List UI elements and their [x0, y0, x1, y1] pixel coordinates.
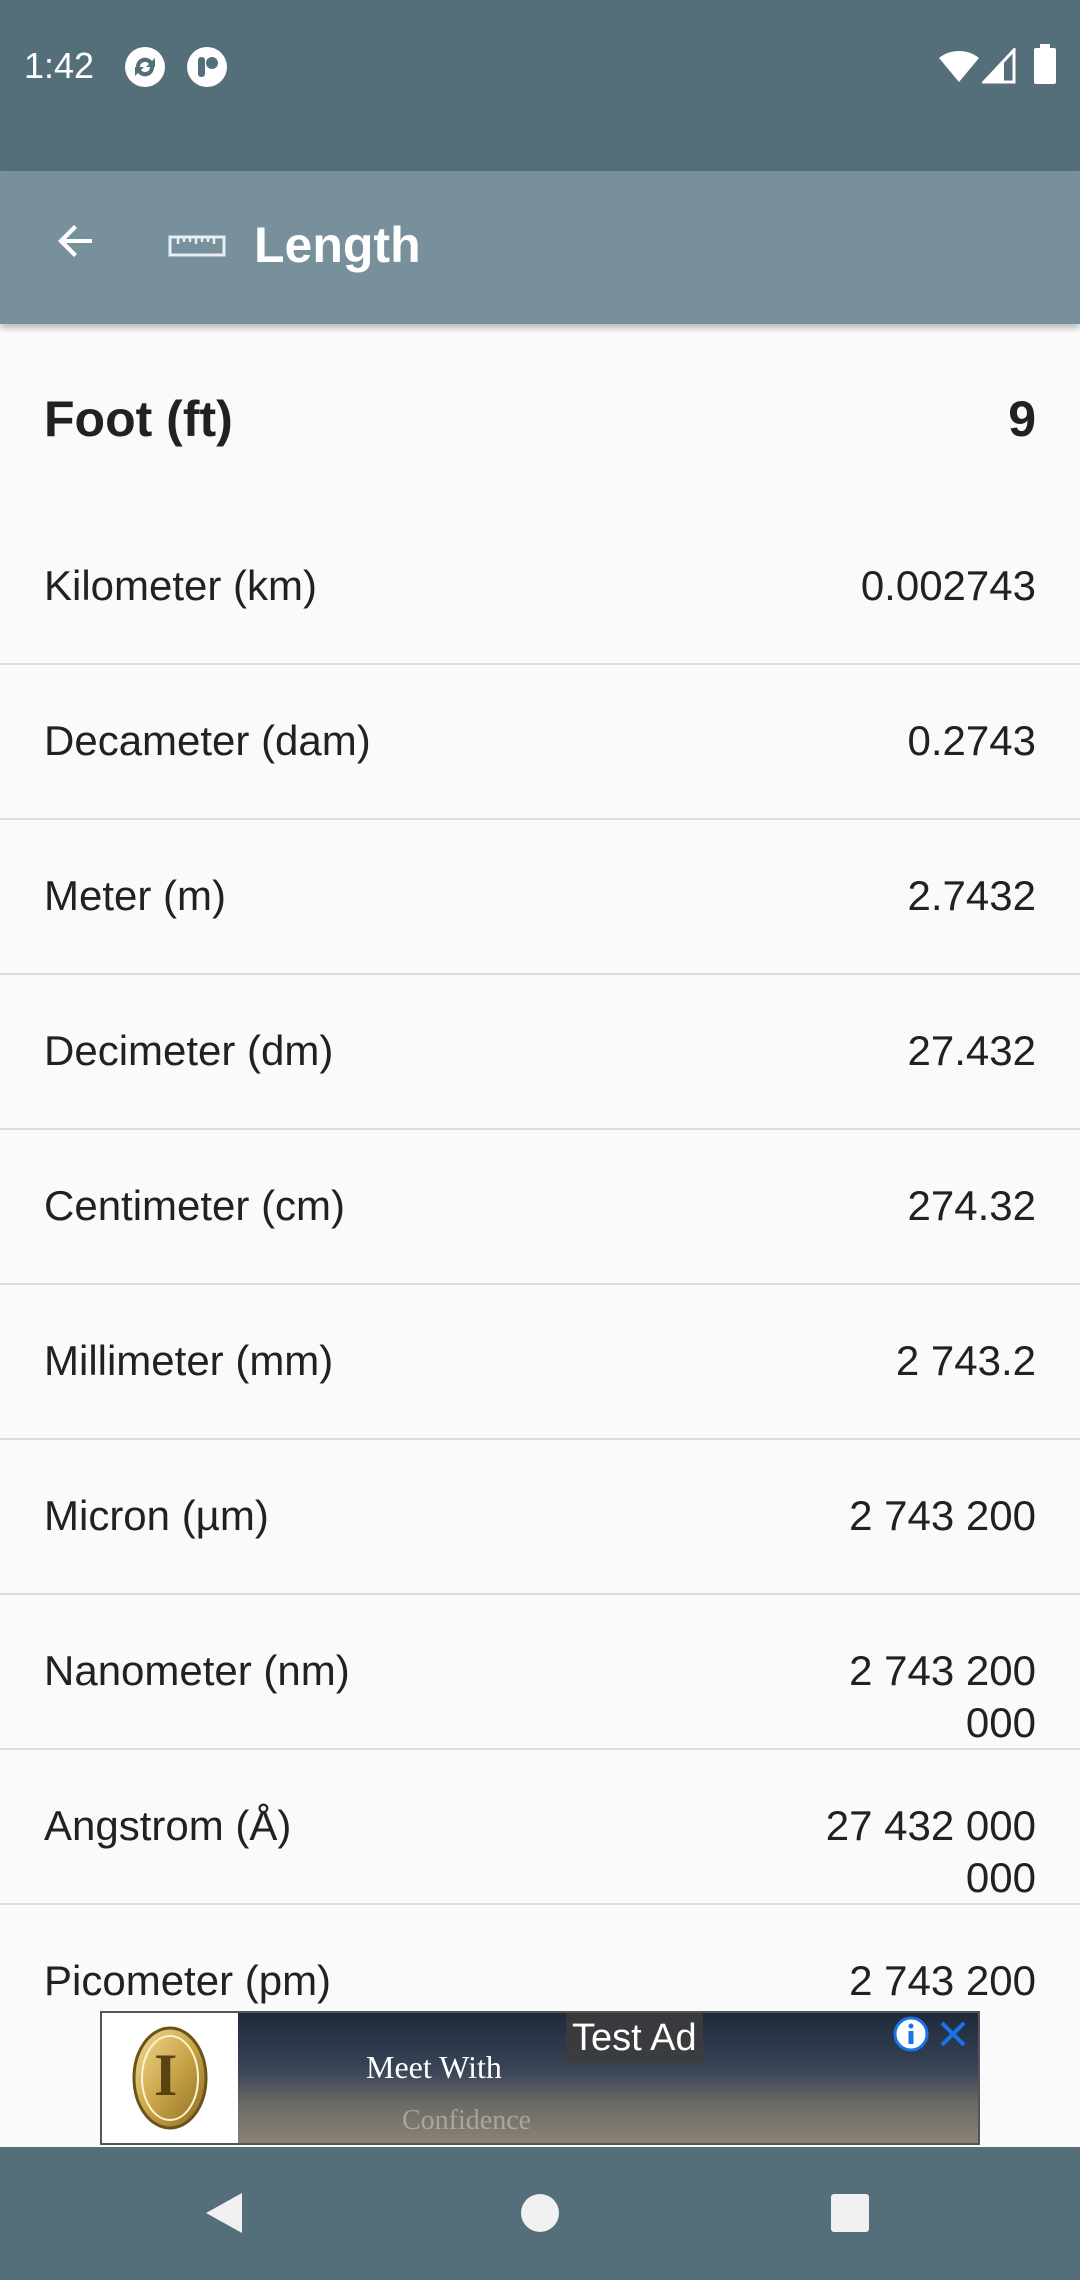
ad-image: Meet With Test Ad Confidence [238, 2013, 978, 2143]
unit-name: Kilometer (km) [44, 562, 318, 609]
unit-name: Decameter (dam) [44, 717, 371, 764]
nav-back-button[interactable] [186, 2177, 262, 2253]
unit-value: 2 743 200 [849, 1957, 1036, 2004]
wifi-icon [938, 48, 980, 89]
unit-row-kilometer[interactable]: Kilometer (km) 0.002743 [0, 510, 1080, 665]
ruler-icon [168, 231, 226, 266]
ad-headline: Meet With [366, 2049, 502, 2085]
unit-value: 27 432 000 000 [825, 1802, 1036, 1901]
unit-name: Decimeter (dm) [44, 1027, 334, 1074]
unit-value: 2 743.2 [895, 1337, 1036, 1384]
ad-banner[interactable]: I Meet With Test Ad Confidence [100, 2011, 980, 2145]
sync-icon [124, 46, 166, 93]
arrow-back-icon [52, 217, 100, 270]
status-time: 1:42 [24, 45, 95, 86]
status-bar: 1:42 [0, 0, 1080, 171]
unit-name: Meter (m) [44, 872, 226, 919]
unit-name: Millimeter (mm) [44, 1337, 334, 1384]
circle-home-icon [518, 2191, 562, 2240]
unit-row-meter[interactable]: Meter (m) 2.7432 [0, 820, 1080, 975]
close-icon[interactable] [934, 2015, 972, 2058]
unit-name: Angstrom (Å) [44, 1802, 292, 1849]
app-notification-icon [186, 46, 228, 93]
primary-unit-value[interactable]: 9 [1008, 389, 1036, 449]
unit-value: 2 743 200 [849, 1492, 1036, 1539]
info-icon[interactable] [892, 2015, 930, 2058]
unit-value: 0.2743 [907, 717, 1036, 764]
unit-row-nanometer[interactable]: Nanometer (nm) 2 743 200 000 [0, 1595, 1080, 1750]
ad-logo-letter: I [154, 2042, 178, 2108]
unit-name: Picometer (pm) [44, 1957, 332, 2004]
ad-subline: Confidence [402, 2105, 532, 2136]
unit-value: 0.002743 [860, 562, 1036, 609]
primary-unit-row[interactable]: Foot (ft) 9 [0, 324, 1080, 510]
unit-row-angstrom[interactable]: Angstrom (Å) 27 432 000 000 [0, 1750, 1080, 1905]
primary-unit-name: Foot (ft) [44, 391, 233, 447]
unit-row-centimeter[interactable]: Centimeter (cm) 274.32 [0, 1130, 1080, 1285]
unit-name: Centimeter (cm) [44, 1182, 346, 1229]
ad-label: Test Ad [566, 2013, 703, 2063]
unit-value: 274.32 [907, 1182, 1036, 1229]
nav-home-button[interactable] [502, 2177, 578, 2253]
unit-value: 2 743 200 000 [849, 1647, 1036, 1746]
unit-row-micron[interactable]: Micron (µm) 2 743 200 [0, 1440, 1080, 1595]
conversion-list: Foot (ft) 9 Kilometer (km) 0.002743 Deca… [0, 324, 1080, 2060]
page-title: Length [254, 217, 421, 273]
navigation-bar [0, 2147, 1080, 2280]
unit-row-millimeter[interactable]: Millimeter (mm) 2 743.2 [0, 1285, 1080, 1440]
unit-value: 27.432 [907, 1027, 1036, 1074]
unit-name: Nanometer (nm) [44, 1647, 350, 1694]
unit-row-decameter[interactable]: Decameter (dam) 0.2743 [0, 665, 1080, 820]
square-recents-icon [828, 2191, 872, 2240]
back-button[interactable] [38, 205, 114, 281]
unit-row-decimeter[interactable]: Decimeter (dm) 27.432 [0, 975, 1080, 1130]
battery-icon [1034, 44, 1056, 89]
nav-recents-button[interactable] [812, 2177, 888, 2253]
triangle-back-icon [202, 2189, 246, 2242]
app-bar: Length [0, 171, 1080, 324]
ad-logo: I [102, 2013, 238, 2143]
unit-value: 2.7432 [907, 872, 1036, 919]
signal-icon [980, 46, 1016, 89]
unit-name: Micron (µm) [44, 1492, 269, 1539]
